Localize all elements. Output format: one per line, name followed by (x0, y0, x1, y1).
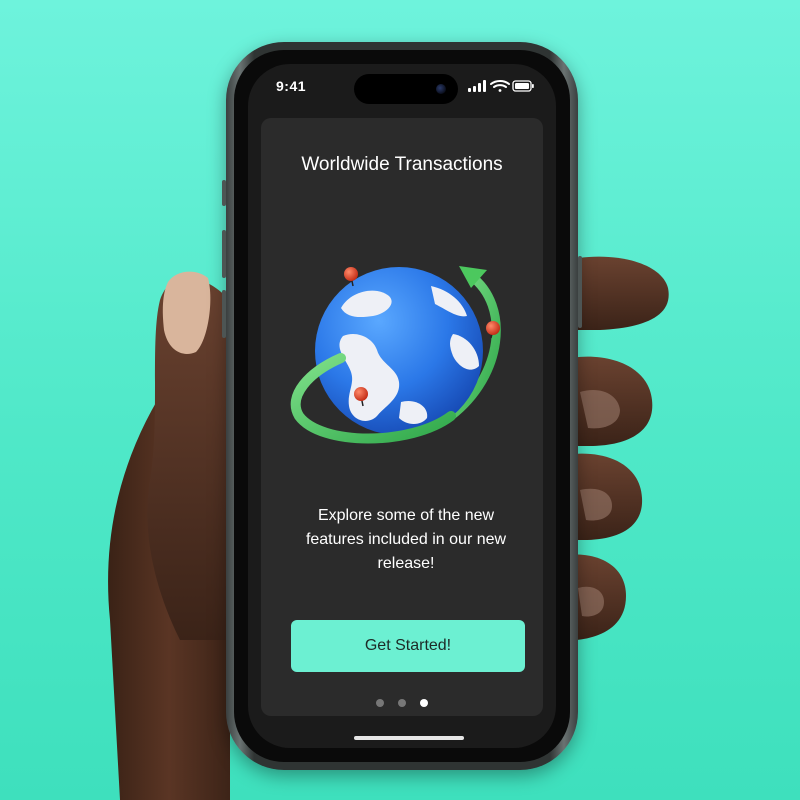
page-indicator (261, 694, 543, 707)
page-dot-2[interactable] (398, 699, 406, 707)
page-dot-3-active[interactable] (420, 699, 429, 707)
home-indicator[interactable] (354, 736, 464, 740)
wifi-icon (490, 80, 510, 92)
phone-volume-up-button (222, 230, 226, 278)
page-dot-1[interactable] (375, 699, 384, 707)
status-bar: 9:41 (248, 64, 556, 116)
status-time: 9:41 (276, 78, 307, 94)
front-camera-icon (436, 84, 446, 94)
phone-bezel: 9:41 Worldwide Transactions Explore some… (234, 50, 570, 762)
onboarding-title: Worldwide Transactions (301, 154, 503, 175)
status-icons (468, 80, 534, 92)
onboarding-description: Explore some of the new features include… (305, 507, 507, 572)
phone-screen: 9:41 Worldwide Transactions Explore some… (248, 64, 556, 748)
battery-icon (512, 80, 534, 92)
get-started-button[interactable]: Get Started! (291, 620, 525, 672)
cellular-signal-icon (468, 80, 486, 92)
phone-volume-down-button (222, 290, 226, 338)
dynamic-island (354, 74, 458, 104)
onboarding-card: Worldwide Transactions Explore some of t… (261, 118, 543, 716)
globe-with-orbit-arrow-icon (290, 266, 501, 444)
phone-device: 9:41 Worldwide Transactions Explore some… (222, 42, 582, 770)
phone-power-button (578, 256, 582, 328)
phone-side-button (222, 180, 226, 206)
